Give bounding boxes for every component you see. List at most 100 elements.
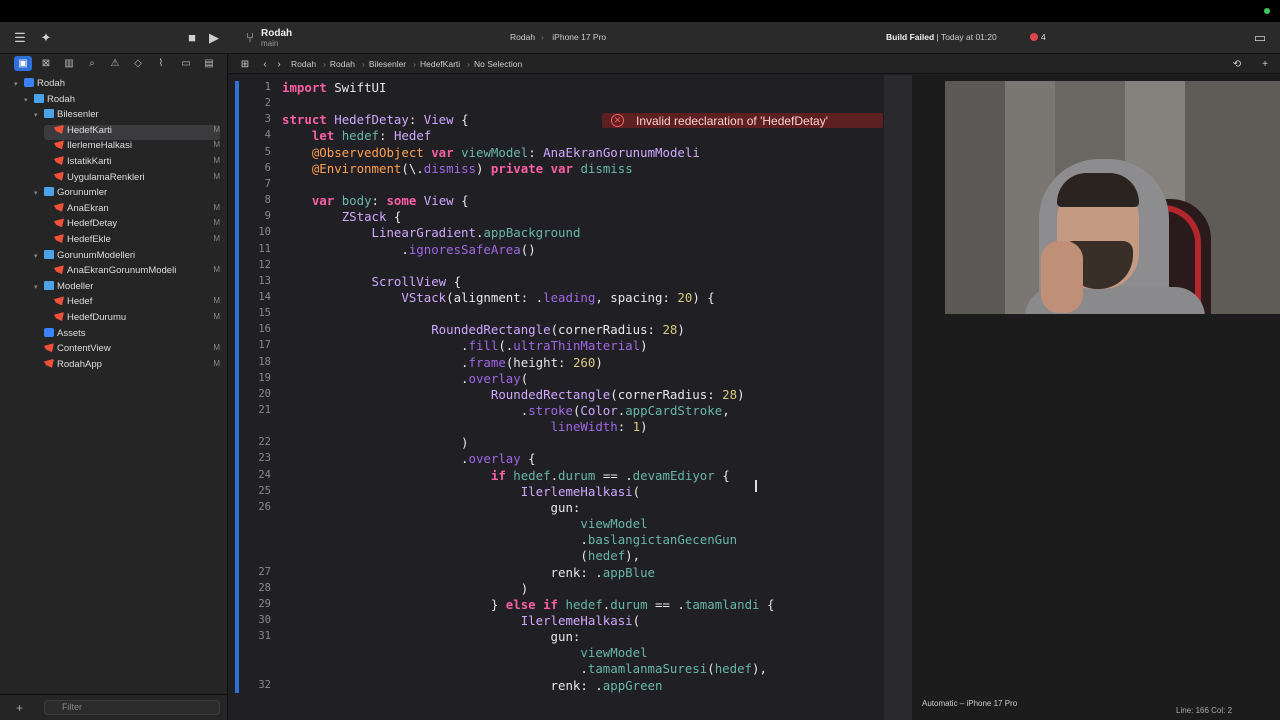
code-line[interactable]: .ignoresSafeArea() — [282, 242, 535, 257]
scheme-name[interactable]: Rodah — [510, 32, 535, 42]
related-items-icon[interactable]: ⊞ — [237, 57, 253, 73]
code-line[interactable]: viewModel — [282, 645, 647, 660]
code-line[interactable]: (hedef), — [282, 548, 640, 563]
code-line[interactable]: import SwiftUI — [282, 80, 386, 95]
breadcrumb-item[interactable]: Rodah — [291, 59, 316, 69]
code-line[interactable]: ) — [282, 581, 528, 596]
file-tree-item[interactable]: HedefDetay M — [44, 218, 220, 233]
inspector-toggle-icon[interactable]: ▭ — [1252, 30, 1268, 46]
code-line[interactable]: lineWidth: 1) — [282, 419, 648, 434]
code-line[interactable]: var body: some View { — [282, 193, 469, 208]
file-tree-item[interactable]: ContentView M — [34, 343, 220, 358]
preview-device-selector[interactable]: Automatic – iPhone 17 Pro — [922, 699, 1017, 708]
file-tree-item[interactable]: ▾ Gorunumler — [34, 187, 220, 202]
sparkle-icon[interactable]: ✦ — [38, 30, 54, 46]
code-line[interactable]: ZStack { — [282, 209, 402, 224]
file-tree-item[interactable]: ▾ Modeller — [34, 280, 220, 296]
code-line[interactable]: } else if hedef.durum == .tamamlandi { — [282, 597, 775, 612]
code-line[interactable]: IlerlemeHalkasi( — [282, 613, 640, 628]
code-line[interactable]: .frame(height: 260) — [282, 355, 603, 370]
device-name[interactable]: iPhone 17 Pro — [552, 32, 606, 42]
breadcrumb-item[interactable]: Bilesenler — [369, 59, 406, 69]
file-tree-item[interactable]: ▾ Bilesenler — [34, 109, 220, 124]
code-line[interactable]: RoundedRectangle(cornerRadius: 28) — [282, 322, 685, 337]
file-tree-item[interactable]: AnaEkran M — [44, 202, 220, 218]
refresh-icon[interactable]: ⟲ — [1229, 57, 1245, 73]
file-tree-item[interactable]: ▾ Rodah — [24, 93, 220, 109]
disclosure-icon[interactable]: ▾ — [34, 252, 44, 260]
file-tree-label: IlerlemeHalkasi — [67, 140, 132, 152]
file-tree-item[interactable]: RodahApp M — [34, 358, 220, 374]
code-line[interactable]: LinearGradient.appBackground — [282, 225, 581, 240]
add-icon[interactable]: + — [16, 701, 23, 715]
disclosure-icon[interactable]: ▾ — [34, 111, 44, 119]
code-line[interactable]: .fill(.ultraThinMaterial) — [282, 338, 648, 353]
code-line[interactable]: .overlay( — [282, 371, 528, 386]
file-tree-item[interactable]: HedefKarti M — [44, 124, 220, 140]
code-line[interactable]: ) — [282, 435, 468, 450]
code-line[interactable]: @Environment(\.dismiss) private var dism… — [282, 161, 633, 176]
code-line[interactable]: let hedef: Hedef — [282, 128, 431, 143]
swift-icon — [54, 296, 64, 306]
test-tab-icon[interactable]: ◇ — [129, 56, 147, 71]
file-tree-item[interactable]: HedefDurumu M — [44, 312, 220, 327]
code-line[interactable]: gun: — [282, 629, 581, 644]
debug-tab-icon[interactable]: ⌇ — [152, 56, 170, 71]
minimap[interactable] — [884, 75, 912, 720]
code-editor[interactable]: 1 import SwiftUI 2 3 struct HedefDetay: View… — [229, 75, 912, 720]
code-line[interactable]: ScrollView { — [282, 274, 462, 289]
scheme-selector[interactable]: Rodah › iPhone 17 Pro — [510, 32, 612, 42]
file-tree-label: Hedef — [67, 296, 93, 308]
breadcrumb-item[interactable]: Rodah — [330, 59, 355, 69]
file-tree-item[interactable]: IstatikKarti M — [44, 156, 220, 171]
project-name[interactable]: Rodah — [261, 28, 292, 39]
inline-error[interactable]: ✕ Invalid redeclaration of 'HedefDetay' — [602, 113, 883, 129]
file-tree-item[interactable]: HedefEkle M — [44, 234, 220, 249]
disclosure-icon[interactable]: ▾ — [34, 189, 44, 197]
file-tree-item[interactable]: Hedef M — [44, 296, 220, 311]
file-tree-label: AnaEkranGorunumModeli — [67, 265, 177, 277]
code-line[interactable]: if hedef.durum == .devamEdiyor { — [282, 468, 730, 483]
breakpoint-tab-icon[interactable]: ▭ — [177, 56, 195, 71]
line-number: 19 — [258, 371, 271, 384]
code-line[interactable]: RoundedRectangle(cornerRadius: 28) — [282, 387, 745, 402]
code-line[interactable]: .overlay { — [282, 451, 536, 466]
code-line[interactable]: IlerlemeHalkasi( — [282, 484, 640, 499]
issue-tab-icon[interactable]: ⚠ — [106, 56, 124, 71]
code-line[interactable]: .baslangictanGecenGun — [282, 532, 737, 547]
file-tree-item[interactable]: IlerlemeHalkasi M — [44, 140, 220, 155]
code-line[interactable]: .stroke(Color.appCardStroke, — [282, 403, 730, 418]
file-tree-item[interactable]: AnaEkranGorunumModeli M — [44, 265, 220, 280]
code-line[interactable]: VStack(alignment: .leading, spacing: 20)… — [282, 290, 714, 305]
code-line[interactable]: renk: .appBlue — [282, 565, 655, 580]
code-line[interactable]: gun: — [282, 500, 581, 515]
folder-icon — [44, 249, 54, 259]
breadcrumb-item[interactable]: HedefKarti — [420, 59, 460, 69]
stop-button[interactable]: ■ — [184, 30, 200, 46]
disclosure-icon[interactable]: ▾ — [24, 96, 34, 104]
disclosure-icon[interactable]: ▾ — [14, 80, 24, 88]
code-line[interactable]: renk: .appGreen — [282, 678, 663, 693]
code-line[interactable]: struct HedefDetay: View { — [282, 112, 469, 127]
find-tab-icon[interactable]: ⌕ — [83, 56, 101, 71]
code-line[interactable]: .tamamlanmaSuresi(hedef), — [282, 661, 767, 676]
breadcrumb-item[interactable]: No Selection — [474, 59, 522, 69]
report-tab-icon[interactable]: ▤ — [200, 56, 218, 71]
file-tree-item[interactable]: ▾ Rodah — [14, 78, 220, 93]
forward-icon[interactable]: › — [271, 57, 287, 73]
file-tree-item[interactable]: ▾ GorunumModelleri — [34, 249, 220, 265]
line-number: 31 — [258, 630, 271, 643]
source-control-tab-icon[interactable]: ⊠ — [37, 56, 55, 71]
add-editor-icon[interactable]: + — [1257, 57, 1273, 73]
file-tree-item[interactable]: UygulamaRenkleri M — [44, 171, 220, 187]
source-code[interactable]: 1 import SwiftUI 2 3 struct HedefDetay: View… — [229, 75, 884, 720]
code-line[interactable]: viewModel — [282, 516, 647, 531]
code-line[interactable]: @ObservedObject var viewModel: AnaEkranG… — [282, 145, 700, 160]
folder-tab-icon[interactable]: ▣ — [14, 56, 32, 71]
error-badge[interactable]: 4 — [1030, 32, 1046, 42]
symbol-tab-icon[interactable]: ▥ — [60, 56, 78, 71]
run-button[interactable]: ▶ — [206, 30, 222, 46]
sidebar-toggle-icon[interactable]: ☰ — [12, 30, 28, 46]
disclosure-icon[interactable]: ▾ — [34, 283, 44, 291]
file-tree-item[interactable]: Assets — [34, 327, 220, 343]
